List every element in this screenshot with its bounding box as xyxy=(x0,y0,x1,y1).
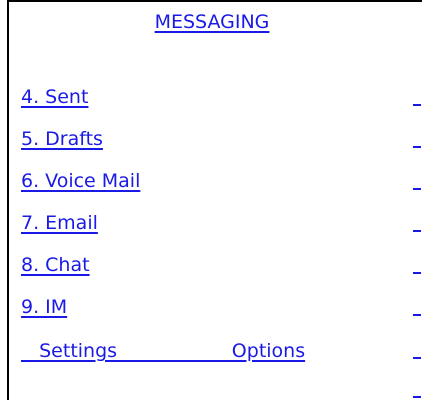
menu-item-voice-mail[interactable]: 6. Voice Mail xyxy=(21,170,140,192)
menu-item-email[interactable]: 7. Email xyxy=(21,212,98,234)
scroll-tick xyxy=(413,357,421,359)
scroll-tick xyxy=(413,314,421,316)
scroll-tick xyxy=(413,104,421,106)
menu-item-sent[interactable]: 4. Sent xyxy=(21,86,88,108)
menu-item-chat[interactable]: 8. Chat xyxy=(21,254,90,276)
screen-title[interactable]: MESSAGING xyxy=(0,11,424,33)
menu-item-im[interactable]: 9. IM xyxy=(21,296,67,318)
softkey-bar[interactable]: Settings Options xyxy=(21,340,391,362)
scroll-tick xyxy=(413,396,421,398)
menu-item-drafts[interactable]: 5. Drafts xyxy=(21,128,103,150)
scroll-tick xyxy=(413,230,421,232)
scroll-tick xyxy=(413,188,421,190)
scroll-tick xyxy=(413,146,421,148)
scroll-tick xyxy=(413,272,421,274)
